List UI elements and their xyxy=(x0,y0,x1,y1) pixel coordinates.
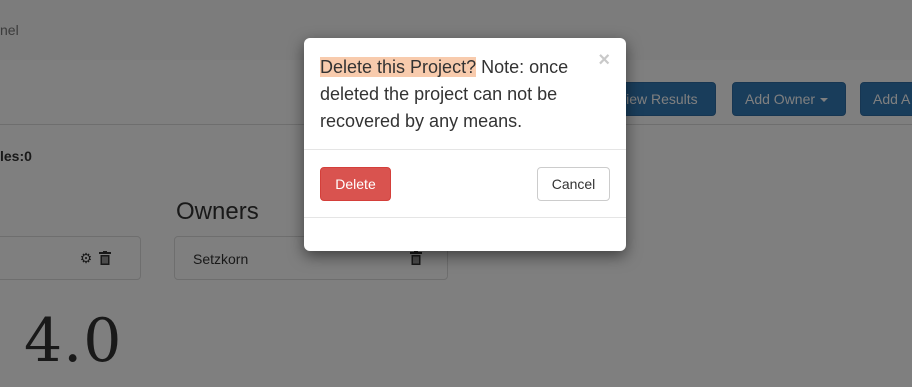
app-frame: nel View Results Add Owner Add A les:0 O… xyxy=(0,0,912,387)
modal-message: Delete this Project? Note: once deleted … xyxy=(320,54,600,135)
cancel-button[interactable]: Cancel xyxy=(537,167,610,201)
delete-button[interactable]: Delete xyxy=(320,167,391,201)
close-icon[interactable]: × xyxy=(598,50,610,70)
modal-body: Delete this Project? Note: once deleted … xyxy=(304,38,626,150)
highlighted-question: Delete this Project? xyxy=(320,57,477,77)
modal-footer: Delete Cancel xyxy=(304,150,626,218)
delete-project-dialog: Delete this Project? Note: once deleted … xyxy=(304,38,626,251)
